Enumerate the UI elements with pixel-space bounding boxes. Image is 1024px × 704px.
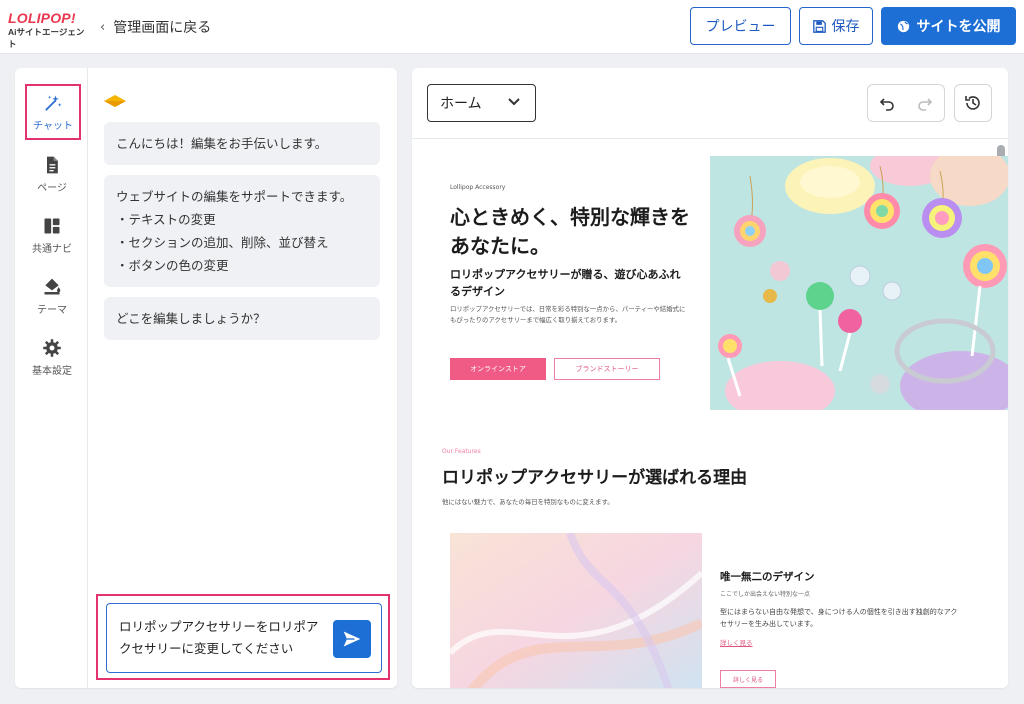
chat-message-text: ・ボタンの色の変更: [116, 258, 229, 273]
chat-message-text: こんにちは！編集をお手伝いします。: [116, 136, 328, 151]
hero-title: 心ときめく、特別な輝きをあなたに。: [450, 205, 690, 258]
page-icon: [47, 156, 58, 173]
chat-message-text: どこを編集しましょうか？: [116, 311, 266, 326]
undo-icon: [879, 98, 894, 111]
hero-description: ロリポップアクセサリーでは、日常を彩る特別な一点から、パーティーや結婚式にもぴっ…: [450, 305, 686, 324]
chevron-down-icon: [508, 98, 520, 106]
publish-site-button[interactable]: サイトを公開: [881, 7, 1016, 45]
features-description: 他にはない魅力で、あなたの毎日を特別なものに変えます。: [442, 498, 614, 506]
lolipop-logo[interactable]: LOLIPOP! Aiサイトエージェント: [8, 11, 88, 50]
back-label: 管理画面に戻る: [113, 20, 212, 36]
rail-item-page[interactable]: ページ: [23, 148, 81, 200]
preview-button[interactable]: プレビュー: [690, 7, 791, 45]
logo-subtitle: Aiサイトエージェント: [8, 27, 85, 49]
preview-button-label: プレビュー: [705, 19, 776, 35]
feature-card-description: 型にはまらない自由な発想で、身につける人の個性を引き出す独創的なアクセサリーを生…: [720, 608, 958, 628]
rail-label-common-nav: 共通ナビ: [32, 243, 72, 255]
feature-card-button[interactable]: 詳しく見る: [720, 670, 776, 688]
history-button[interactable]: [954, 84, 992, 122]
undo-redo-group: [867, 84, 945, 122]
save-button[interactable]: 保存: [799, 7, 873, 45]
site-preview[interactable]: Lollipop Accessory 心ときめく、特別な輝きをあなたに。 ロリポ…: [412, 139, 1008, 688]
feature-card-title: 唯一無二のデザイン: [720, 571, 815, 583]
chat-panel: こんにちは！編集をお手伝いします。 ウェブサイトの編集をサポートできます。 ・テ…: [88, 68, 397, 688]
hero-tag: Lollipop Accessory: [450, 184, 506, 191]
assistant-avatar-icon: [104, 95, 126, 107]
rail-label-page: ページ: [37, 182, 67, 194]
undo-button[interactable]: [868, 85, 906, 121]
floppy-disk-icon: [812, 19, 826, 33]
chevron-left-icon: ‹: [100, 19, 106, 35]
publish-button-label: サイトを公開: [916, 19, 1001, 35]
back-to-admin-link[interactable]: ‹ 管理画面に戻る: [100, 17, 211, 37]
chat-input-text[interactable]: ロリポップアクセサリーをロリポアクセサリーに変更してください: [119, 616, 329, 660]
gear-icon: [43, 338, 61, 357]
page-select-value: ホーム: [440, 96, 482, 112]
online-store-button[interactable]: オンラインストア: [450, 358, 546, 380]
chat-message: どこを編集しましょうか？: [104, 297, 380, 340]
hero-subtitle: ロリポップアクセサリーが贈る、遊び心あふれるデザイン: [450, 268, 681, 298]
rail-item-basic-settings[interactable]: 基本設定: [23, 331, 81, 383]
paint-bucket-icon: [44, 278, 61, 294]
history-icon: [965, 96, 980, 110]
feature-card-link[interactable]: 詳しく見る: [720, 637, 753, 647]
chat-input[interactable]: ロリポップアクセサリーをロリポアクセサリーに変更してください: [106, 603, 382, 673]
preview-panel: ホーム Lollipop Accessory 心ときめく、特別な輝きをあなたに。…: [412, 68, 1008, 688]
brand-story-button[interactable]: ブランドストーリー: [554, 358, 660, 380]
top-bar: LOLIPOP! Aiサイトエージェント ‹ 管理画面に戻る プレビュー 保存 …: [0, 0, 1024, 54]
chat-message-text: ・テキストの変更: [116, 212, 216, 227]
editor-left-panel: チャット ページ 共通ナビ テーマ 基本設定 こんにちは！編集をお手伝いします。…: [15, 68, 397, 688]
features-title: ロリポップアクセサリーが選ばれる理由: [442, 468, 748, 488]
rail-item-chat[interactable]: チャット: [25, 84, 81, 140]
page-select[interactable]: ホーム: [427, 84, 536, 122]
feature-card-subtitle: ここでしか出会えない特別な一点: [720, 591, 811, 598]
chat-message: ウェブサイトの編集をサポートできます。 ・テキストの変更 ・セクションの追加、削…: [104, 175, 380, 287]
rail-label-basic-settings: 基本設定: [32, 365, 72, 377]
layout-icon: [44, 218, 60, 233]
rail-label-theme: テーマ: [37, 304, 67, 316]
chat-message-text: ウェブサイトの編集をサポートできます。: [116, 189, 353, 204]
rail-item-common-nav[interactable]: 共通ナビ: [23, 209, 81, 261]
redo-icon: [918, 98, 933, 111]
chat-message: こんにちは！編集をお手伝いします。: [104, 122, 380, 165]
redo-button[interactable]: [906, 85, 944, 121]
send-icon: [343, 631, 361, 647]
globe-icon: [897, 20, 909, 32]
rail-label-chat: チャット: [33, 120, 73, 132]
chat-input-highlight: ロリポップアクセサリーをロリポアクセサリーに変更してください: [96, 594, 390, 680]
rail-item-theme[interactable]: テーマ: [23, 270, 81, 322]
side-rail: チャット ページ 共通ナビ テーマ 基本設定: [15, 68, 88, 688]
hero-image: [710, 156, 1008, 410]
send-button[interactable]: [333, 620, 371, 658]
save-button-label: 保存: [831, 19, 860, 35]
magic-wand-icon: [45, 95, 62, 111]
logo-wordmark: LOLIPOP!: [8, 10, 76, 26]
chat-message-text: ・セクションの追加、削除、並び替え: [116, 235, 329, 250]
features-tag: Our Features: [442, 448, 481, 455]
feature-image: [450, 533, 702, 688]
